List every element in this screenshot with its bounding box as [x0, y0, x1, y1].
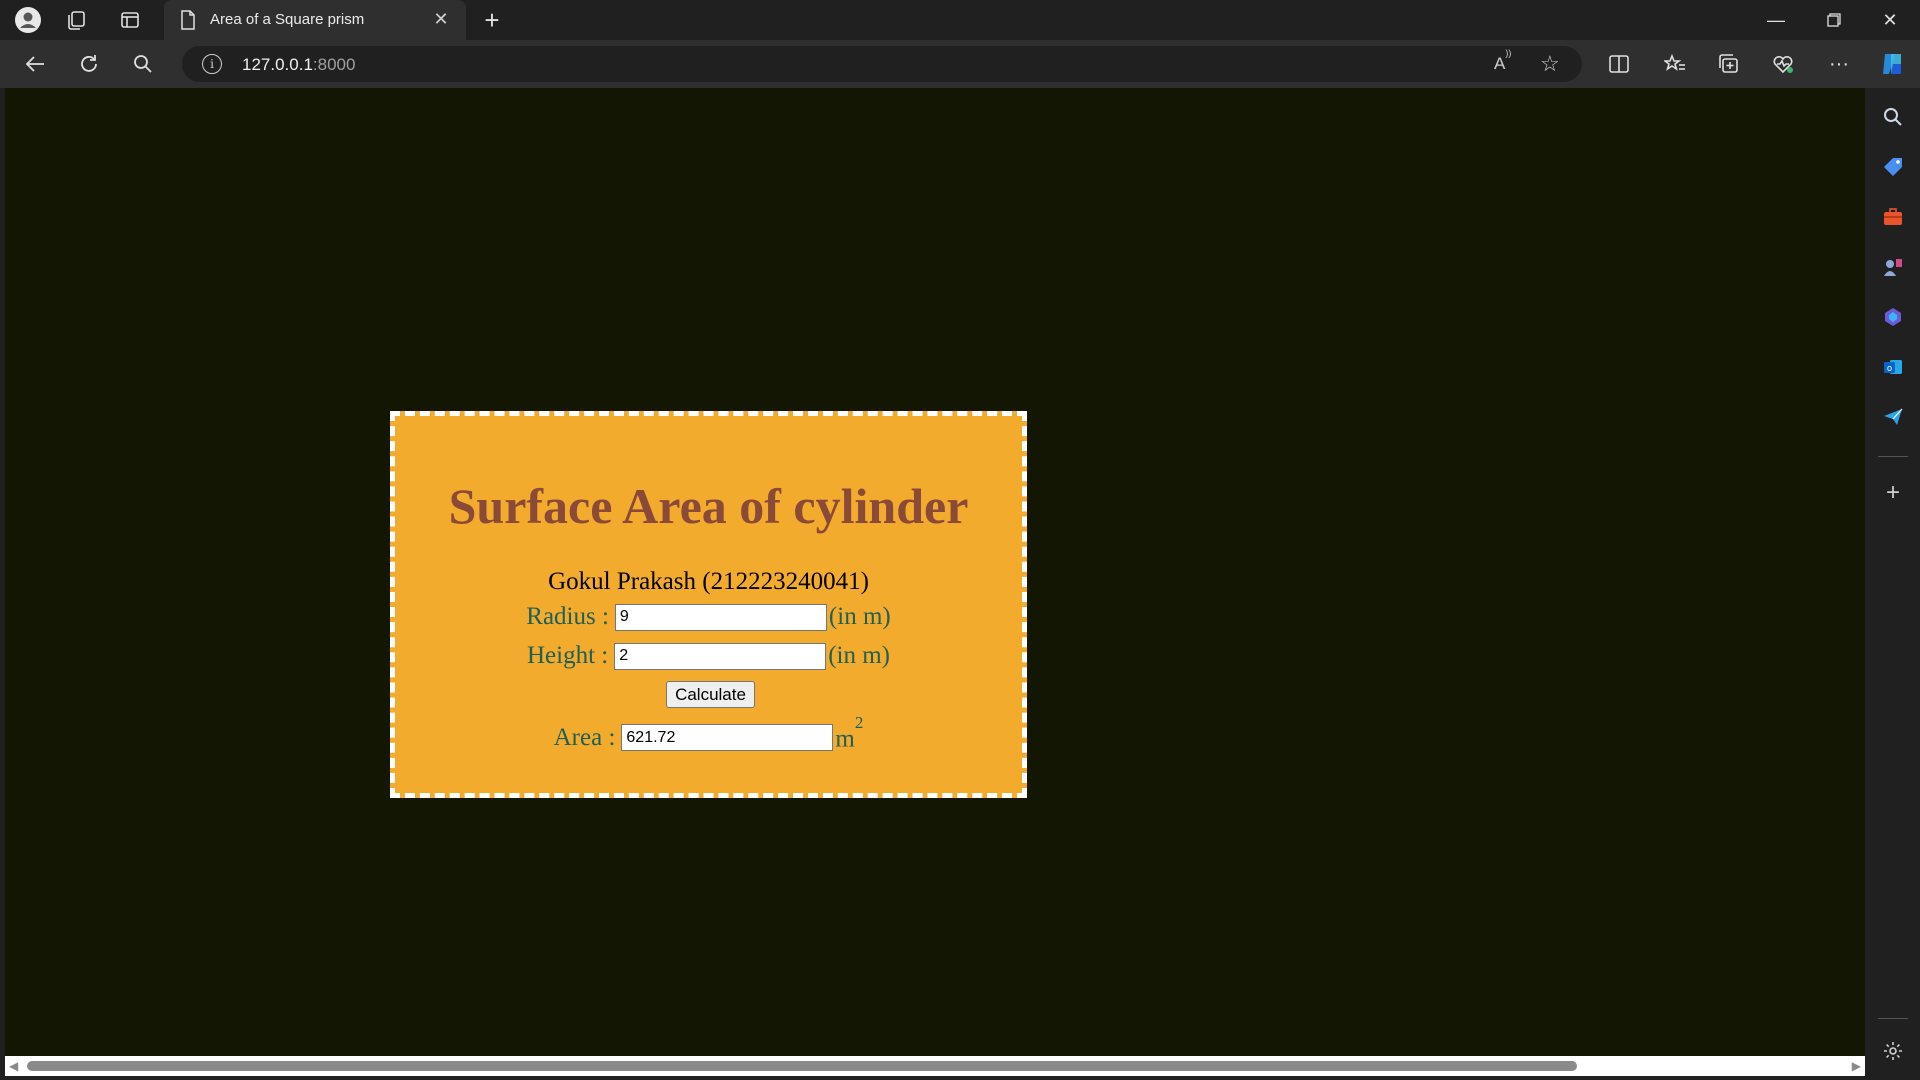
- tab-actions-icon[interactable]: [116, 6, 144, 34]
- workspaces-icon[interactable]: [62, 6, 90, 34]
- restore-icon[interactable]: [1806, 0, 1862, 40]
- profile-icon[interactable]: [14, 6, 42, 34]
- m365-copilot-icon[interactable]: [1880, 304, 1906, 330]
- copilot-icon[interactable]: [1876, 48, 1910, 80]
- games-icon[interactable]: [1880, 254, 1906, 280]
- scroll-left-icon[interactable]: ◀: [9, 1059, 18, 1073]
- new-tab-icon[interactable]: +: [478, 5, 506, 35]
- browser-essentials-icon[interactable]: [1766, 48, 1800, 80]
- close-tab-icon[interactable]: ✕: [430, 8, 452, 30]
- minimize-icon[interactable]: —: [1748, 0, 1804, 40]
- sidebar-divider-bottom: [1878, 1018, 1908, 1019]
- shopping-tag-icon[interactable]: [1880, 154, 1906, 180]
- tab-title: Area of a Square prism: [210, 11, 365, 28]
- radius-input[interactable]: [614, 603, 827, 631]
- address-url[interactable]: 127.0.0.1:8000: [242, 55, 355, 75]
- favorites-icon[interactable]: [1658, 48, 1692, 80]
- add-sidebar-app-icon[interactable]: +: [1880, 479, 1906, 506]
- radius-row: Radius : (in m): [395, 603, 1022, 631]
- search-icon[interactable]: [126, 48, 160, 80]
- height-unit: (in m): [828, 642, 891, 669]
- site-info-icon[interactable]: i: [202, 54, 222, 74]
- area-unit: m2: [835, 713, 864, 753]
- sidebar-search-icon[interactable]: [1880, 104, 1906, 130]
- browser-titlebar: Area of a Square prism ✕ + — ✕: [0, 0, 1920, 40]
- scrollbar-thumb[interactable]: [27, 1061, 1577, 1071]
- svg-text:o: o: [1887, 363, 1892, 373]
- browser-tab[interactable]: Area of a Square prism ✕: [164, 0, 466, 40]
- browser-navbar: i 127.0.0.1:8000 A)) ☆ ···: [0, 40, 1920, 88]
- page-viewport: Surface Area of cylinder Gokul Prakash (…: [5, 88, 1865, 1056]
- author-name: Gokul Prakash (212223240041): [548, 568, 869, 595]
- radius-unit: (in m): [828, 603, 891, 630]
- calculate-button[interactable]: Calculate: [666, 681, 755, 708]
- height-label: Height :: [526, 642, 609, 669]
- page-title: Surface Area of cylinder: [448, 478, 969, 534]
- height-input[interactable]: [614, 642, 827, 670]
- favorite-star-icon[interactable]: ☆: [1540, 51, 1560, 77]
- area-unit-exponent: 2: [854, 713, 864, 732]
- scroll-right-icon[interactable]: ▶: [1852, 1059, 1861, 1073]
- close-window-icon[interactable]: ✕: [1862, 0, 1918, 40]
- back-icon[interactable]: [18, 48, 52, 80]
- collections-icon[interactable]: [1712, 48, 1746, 80]
- area-label: Area :: [553, 723, 616, 751]
- send-icon[interactable]: [1880, 404, 1906, 430]
- edge-sidebar: o +: [1866, 88, 1920, 1080]
- sidebar-divider: [1878, 456, 1908, 457]
- horizontal-scrollbar[interactable]: ◀ ▶: [5, 1056, 1865, 1076]
- more-options-icon[interactable]: ···: [1822, 48, 1856, 80]
- calculator-card: Surface Area of cylinder Gokul Prakash (…: [390, 411, 1027, 798]
- radius-label: Radius :: [526, 603, 609, 630]
- page-icon: [180, 10, 196, 35]
- read-aloud-icon[interactable]: A)): [1494, 48, 1511, 74]
- outlook-icon[interactable]: o: [1880, 354, 1906, 380]
- area-row: Area : m2: [395, 713, 1022, 753]
- area-output[interactable]: [621, 724, 834, 752]
- height-row: Height : (in m): [395, 642, 1022, 670]
- address-bar[interactable]: i 127.0.0.1:8000 A)) ☆: [182, 46, 1582, 82]
- split-screen-icon[interactable]: [1602, 48, 1636, 80]
- sidebar-settings-icon[interactable]: [1880, 1038, 1906, 1064]
- tools-briefcase-icon[interactable]: [1880, 204, 1906, 230]
- refresh-icon[interactable]: [72, 48, 106, 80]
